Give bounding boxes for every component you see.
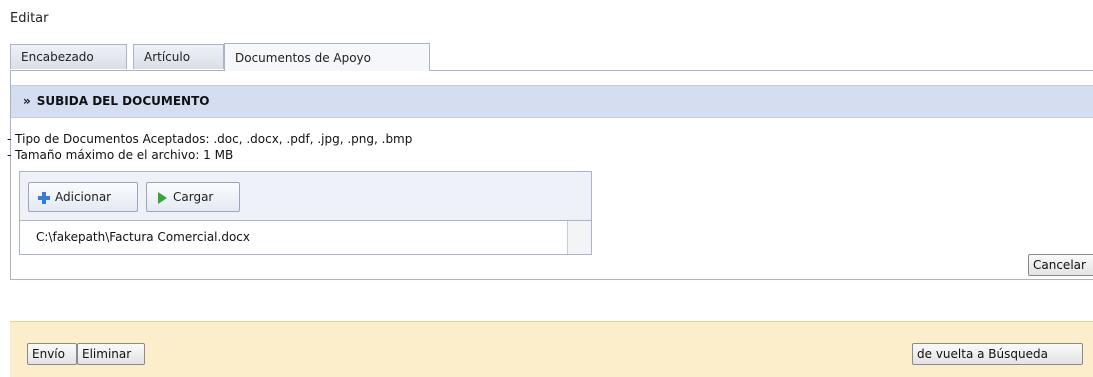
max-size-text: - Tamaño máximo de el archivo: 1 MB [7,148,234,162]
play-arrow-icon [158,192,167,204]
add-button-label: Adicionar [55,190,112,204]
upload-box: Adicionar Cargar C:\fakepath\Factura Com… [19,171,592,255]
tab-articulo[interactable]: Artículo [133,44,224,69]
add-button[interactable]: Adicionar [28,182,138,212]
section-title: SUBIDA DEL DOCUMENTO [36,94,210,108]
file-row[interactable]: C:\fakepath\Factura Comercial.docx [20,221,591,254]
accepted-types-text: - Tipo de Documentos Aceptados: .doc, .d… [7,132,413,146]
double-chevron-right-icon: » [23,94,31,108]
file-row-end-cell [567,221,591,254]
page-title: Editar [10,11,49,26]
upload-button-label: Cargar [173,190,214,204]
file-path: C:\fakepath\Factura Comercial.docx [36,230,250,244]
plus-icon [38,192,50,204]
upload-toolbar: Adicionar Cargar [20,172,591,221]
tab-documentos-de-apoyo[interactable]: Documentos de Apoyo [224,43,430,71]
footer-bar: Envío Eliminar de vuelta a Búsqueda [10,321,1093,377]
section-header: » SUBIDA DEL DOCUMENTO [11,85,1093,118]
documents-panel: » SUBIDA DEL DOCUMENTO - Tipo de Document… [7,70,1093,280]
send-button[interactable]: Envío [27,343,77,365]
back-to-search-button[interactable]: de vuelta a Búsqueda [912,343,1083,365]
tab-encabezado[interactable]: Encabezado [10,44,127,69]
upload-button[interactable]: Cargar [146,182,240,212]
cancel-button[interactable]: Cancelar [1028,254,1093,276]
delete-button[interactable]: Eliminar [77,343,145,365]
